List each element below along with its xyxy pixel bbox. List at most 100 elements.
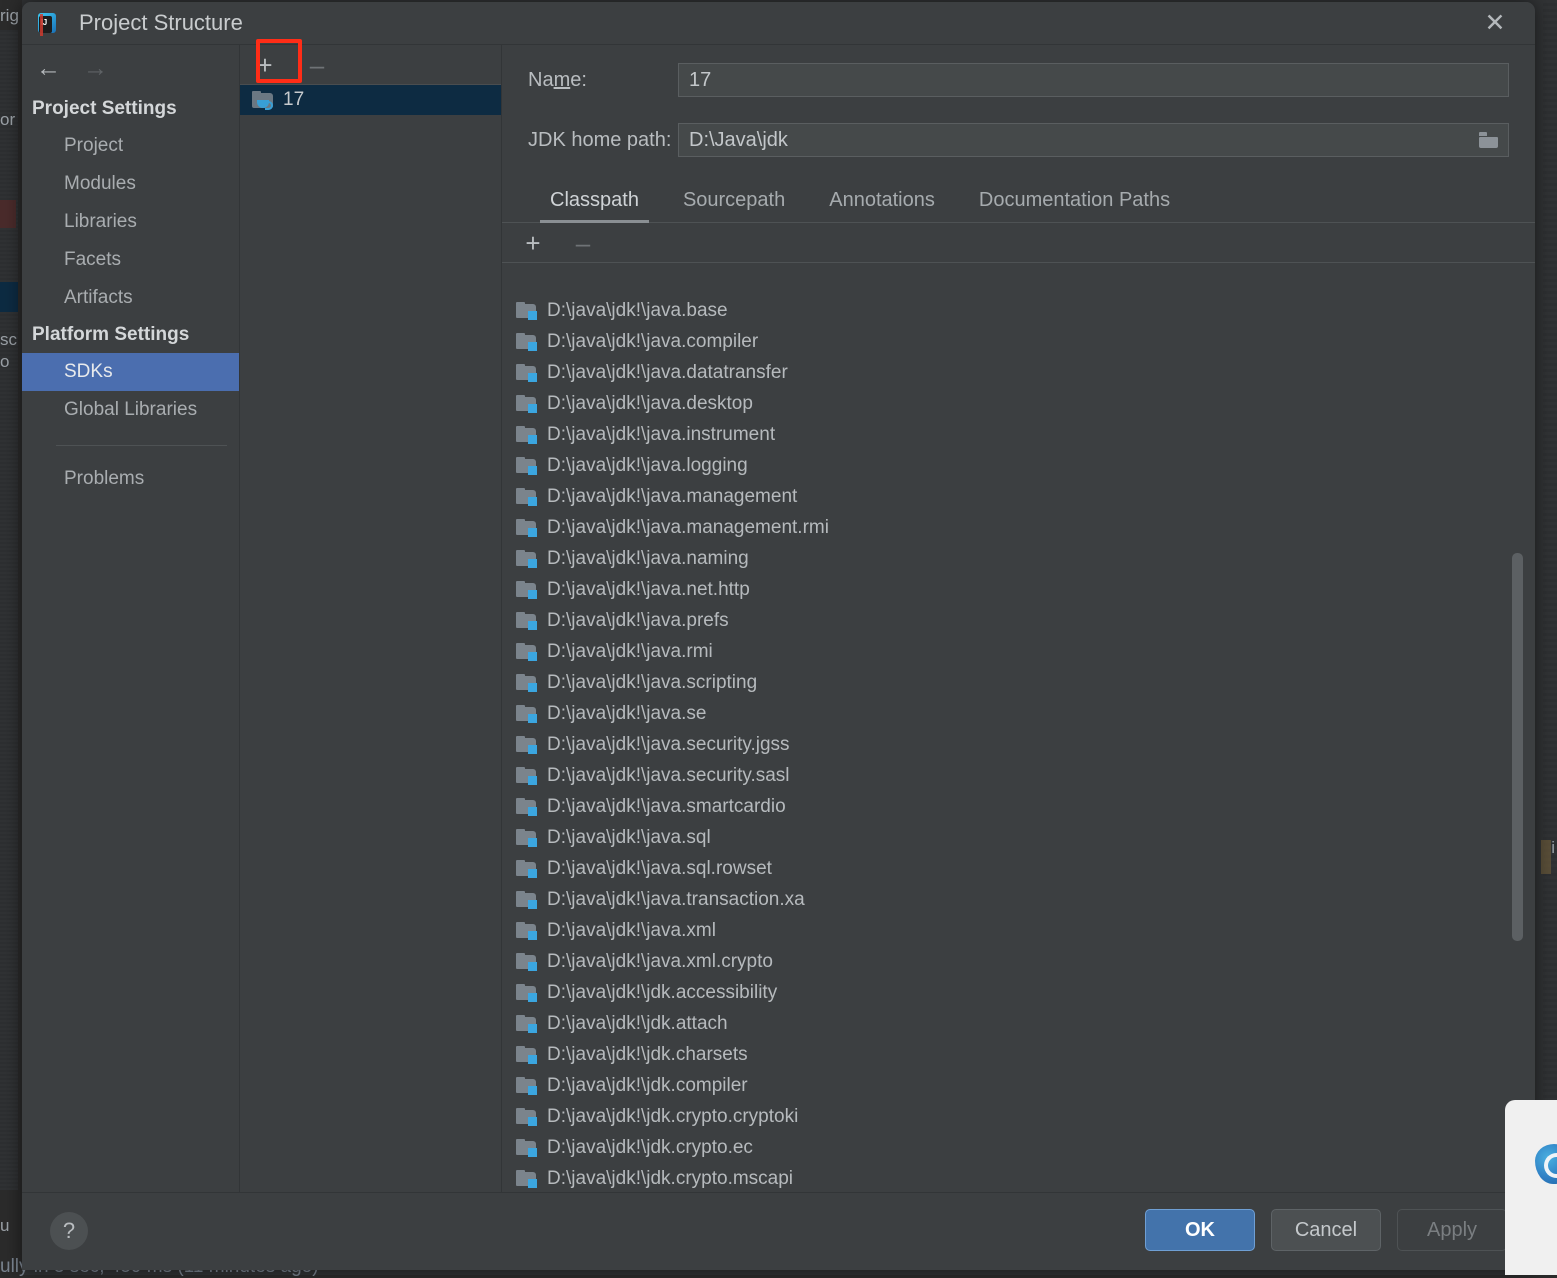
classpath-list-item[interactable]: D:\java\jdk!\jdk.attach bbox=[502, 1008, 1535, 1039]
classpath-list-item[interactable]: D:\java\jdk!\java.naming bbox=[502, 543, 1535, 574]
jar-folder-icon bbox=[516, 953, 537, 971]
sidebar-item-global-libraries[interactable]: Global Libraries bbox=[22, 391, 239, 429]
classpath-list-item[interactable]: D:\java\jdk!\jdk.accessibility bbox=[502, 977, 1535, 1008]
sidebar-item-facets[interactable]: Facets bbox=[22, 241, 239, 279]
jar-folder-icon bbox=[516, 922, 537, 940]
cancel-button[interactable]: Cancel bbox=[1271, 1209, 1381, 1251]
classpath-list-item[interactable]: D:\java\jdk!\java.security.sasl bbox=[502, 760, 1535, 791]
classpath-list-item[interactable]: D:\java\jdk!\jdk.crypto.ec bbox=[502, 1132, 1535, 1163]
classpath-list-item[interactable]: D:\java\jdk!\java.datatransfer bbox=[502, 357, 1535, 388]
dialog-title: Project Structure bbox=[79, 10, 243, 36]
classpath-list-item[interactable]: D:\java\jdk!\java.smartcardio bbox=[502, 791, 1535, 822]
tab-annotations[interactable]: Annotations bbox=[807, 183, 957, 222]
jar-folder-icon bbox=[516, 705, 537, 723]
settings-sidebar: ← → Project Settings Project Modules Lib… bbox=[22, 45, 240, 1192]
classpath-list-item[interactable]: D:\java\jdk!\java.logging bbox=[502, 450, 1535, 481]
jar-folder-icon bbox=[516, 1170, 537, 1188]
sidebar-group-platform-settings: Platform Settings bbox=[22, 317, 239, 353]
classpath-list: D:\java\jdk!\java.baseD:\java\jdk!\java.… bbox=[502, 289, 1535, 1192]
background-right-strip bbox=[1543, 0, 1557, 1275]
app-logo-icon bbox=[1535, 1144, 1557, 1184]
tab-classpath[interactable]: Classpath bbox=[528, 183, 661, 222]
classpath-list-item[interactable]: D:\java\jdk!\java.scripting bbox=[502, 667, 1535, 698]
tab-sourcepath[interactable]: Sourcepath bbox=[661, 183, 807, 222]
classpath-list-item[interactable]: D:\java\jdk!\java.sql.rowset bbox=[502, 853, 1535, 884]
jar-folder-icon bbox=[516, 364, 537, 382]
classpath-list-item[interactable]: D:\java\jdk!\jdk.crypto.cryptoki bbox=[502, 1101, 1535, 1132]
jar-folder-icon bbox=[516, 457, 537, 475]
dialog-body: ← → Project Settings Project Modules Lib… bbox=[22, 45, 1535, 1192]
classpath-list-item-label: D:\java\jdk!\jdk.crypto.mscapi bbox=[547, 1168, 793, 1190]
classpath-list-item[interactable]: D:\java\jdk!\java.instrument bbox=[502, 419, 1535, 450]
add-sdk-button[interactable]: + bbox=[248, 50, 282, 80]
jar-folder-icon bbox=[516, 302, 537, 320]
arrow-right-icon[interactable]: → bbox=[83, 56, 108, 81]
sidebar-item-modules[interactable]: Modules bbox=[22, 165, 239, 203]
classpath-list-item[interactable]: D:\java\jdk!\java.net.http bbox=[502, 574, 1535, 605]
arrow-left-icon[interactable]: ← bbox=[36, 56, 61, 81]
jar-folder-icon bbox=[516, 798, 537, 816]
classpath-list-item-label: D:\java\jdk!\java.logging bbox=[547, 455, 748, 477]
classpath-list-item-label: D:\java\jdk!\java.sql.rowset bbox=[547, 858, 772, 880]
ok-button[interactable]: OK bbox=[1145, 1209, 1255, 1251]
jar-folder-icon bbox=[516, 1139, 537, 1157]
jdk-home-path-input[interactable]: D:\Java\jdk bbox=[678, 123, 1469, 157]
classpath-list-item-label: D:\java\jdk!\jdk.crypto.cryptoki bbox=[547, 1106, 798, 1128]
sidebar-item-sdks[interactable]: SDKs bbox=[22, 353, 239, 391]
sdk-name-input[interactable]: 17 bbox=[678, 63, 1509, 97]
classpath-list-item-label: D:\java\jdk!\jdk.attach bbox=[547, 1013, 728, 1035]
close-icon[interactable]: ✕ bbox=[1481, 11, 1509, 37]
sdk-list-panel: + – 17 bbox=[240, 45, 502, 1192]
sidebar-item-artifacts[interactable]: Artifacts bbox=[22, 279, 239, 317]
remove-sdk-button[interactable]: – bbox=[300, 50, 334, 80]
jar-folder-icon bbox=[516, 674, 537, 692]
apply-button[interactable]: Apply bbox=[1397, 1209, 1507, 1251]
classpath-list-item[interactable]: D:\java\jdk!\java.base bbox=[502, 295, 1535, 326]
sdk-detail-pane: Name: 17 JDK home path: D:\Java\jdk Clas… bbox=[502, 45, 1535, 1192]
classpath-list-item[interactable]: D:\java\jdk!\jdk.crypto.mscapi bbox=[502, 1163, 1535, 1192]
notification-popup[interactable] bbox=[1505, 1100, 1557, 1275]
tab-documentation-paths[interactable]: Documentation Paths bbox=[957, 183, 1192, 222]
jar-folder-icon bbox=[516, 550, 537, 568]
navigation-arrows: ← → bbox=[22, 45, 239, 91]
intellij-idea-icon: IJ bbox=[34, 11, 58, 35]
dialog-titlebar: IJ Project Structure ✕ bbox=[22, 2, 1535, 45]
question-mark-icon[interactable]: ? bbox=[50, 1212, 88, 1250]
name-label: Name: bbox=[528, 69, 678, 92]
classpath-list-item[interactable]: D:\java\jdk!\java.management.rmi bbox=[502, 512, 1535, 543]
classpath-list-item[interactable]: D:\java\jdk!\java.compiler bbox=[502, 326, 1535, 357]
classpath-list-item[interactable]: D:\java\jdk!\java.security.jgss bbox=[502, 729, 1535, 760]
classpath-scrollbar-track[interactable] bbox=[1518, 295, 1529, 1186]
classpath-list-item[interactable]: D:\java\jdk!\java.xml.crypto bbox=[502, 946, 1535, 977]
classpath-list-item[interactable]: D:\java\jdk!\java.se bbox=[502, 698, 1535, 729]
sidebar-item-project[interactable]: Project bbox=[22, 127, 239, 165]
classpath-list-item[interactable]: D:\java\jdk!\java.transaction.xa bbox=[502, 884, 1535, 915]
sidebar-item-problems[interactable]: Problems bbox=[22, 460, 239, 498]
classpath-list-item-label: D:\java\jdk!\java.management bbox=[547, 486, 797, 508]
sdk-list-item[interactable]: 17 bbox=[240, 85, 501, 115]
classpath-list-item[interactable]: D:\java\jdk!\java.sql bbox=[502, 822, 1535, 853]
classpath-list-item[interactable]: D:\java\jdk!\java.desktop bbox=[502, 388, 1535, 419]
classpath-toolbar: + – bbox=[502, 223, 1535, 263]
classpath-list-item[interactable]: D:\java\jdk!\java.management bbox=[502, 481, 1535, 512]
classpath-list-item[interactable]: D:\java\jdk!\jdk.compiler bbox=[502, 1070, 1535, 1101]
folder-open-icon bbox=[1479, 132, 1499, 148]
classpath-scrollbar-thumb[interactable] bbox=[1512, 553, 1523, 941]
classpath-list-item-label: D:\java\jdk!\jdk.accessibility bbox=[547, 982, 777, 1004]
jar-folder-icon bbox=[516, 1046, 537, 1064]
classpath-list-item[interactable]: D:\java\jdk!\java.xml bbox=[502, 915, 1535, 946]
sdk-tabs: Classpath Sourcepath Annotations Documen… bbox=[502, 183, 1535, 223]
classpath-list-item[interactable]: D:\java\jdk!\java.rmi bbox=[502, 636, 1535, 667]
classpath-list-item-label: D:\java\jdk!\jdk.compiler bbox=[547, 1075, 748, 1097]
background-selected-line bbox=[0, 282, 18, 312]
classpath-list-item-label: D:\java\jdk!\java.se bbox=[547, 703, 706, 725]
browse-folder-button[interactable] bbox=[1469, 123, 1509, 157]
classpath-list-item[interactable]: D:\java\jdk!\jdk.charsets bbox=[502, 1039, 1535, 1070]
background-right-marker bbox=[1541, 840, 1551, 874]
sidebar-item-libraries[interactable]: Libraries bbox=[22, 203, 239, 241]
dialog-button-bar: OK Cancel Apply bbox=[1145, 1209, 1507, 1251]
add-classpath-button[interactable]: + bbox=[516, 228, 550, 258]
remove-classpath-button[interactable]: – bbox=[566, 228, 600, 258]
classpath-list-item[interactable]: D:\java\jdk!\java.prefs bbox=[502, 605, 1535, 636]
jar-folder-icon bbox=[516, 643, 537, 661]
